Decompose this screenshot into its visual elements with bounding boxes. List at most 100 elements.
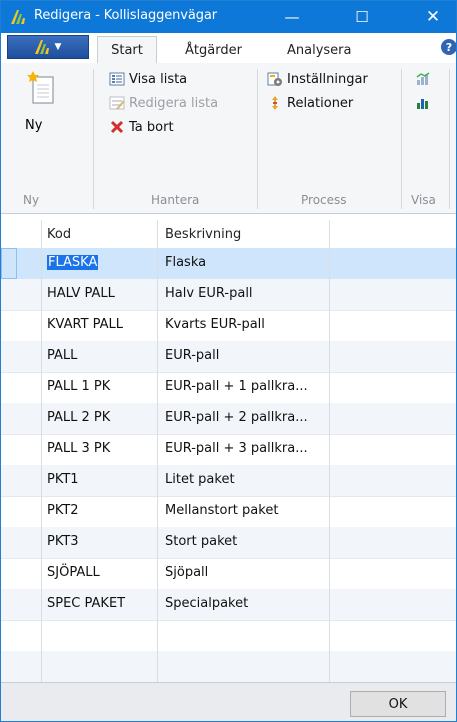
edit-list-icon: [109, 96, 125, 110]
tab-analysera[interactable]: Analysera: [287, 37, 352, 63]
table-row[interactable]: SPEC PAKET Specialpaket: [1, 589, 456, 621]
tab-atgarder[interactable]: Åtgärder: [185, 37, 242, 63]
relations-label: Relationer: [287, 95, 354, 111]
row-indicator[interactable]: [1, 248, 17, 279]
title-bar[interactable]: Redigera - Kollislaggenvägar — ☐ ✕: [1, 1, 456, 33]
app-menu-button[interactable]: ▼: [7, 35, 89, 59]
ribbon: Ny Ny Visa lista Redigera lista Ta bort …: [1, 63, 456, 214]
cell-beskrivning[interactable]: Sjöpall: [165, 565, 208, 580]
row-indicator[interactable]: [1, 496, 15, 527]
table-row[interactable]: PALL 2 PK EUR-pall + 2 pallkra...: [1, 403, 456, 435]
table-row[interactable]: PKT2 Mellanstort paket: [1, 496, 456, 528]
minimize-button[interactable]: —: [269, 1, 315, 33]
settings-label: Inställningar: [287, 71, 368, 87]
column-header-kod[interactable]: Kod: [47, 227, 71, 242]
column-divider: [157, 220, 158, 682]
cell-beskrivning[interactable]: Stort paket: [165, 534, 237, 549]
group-divider: [257, 69, 258, 209]
table-row[interactable]: PALL EUR-pall: [1, 341, 456, 373]
empty-row: [1, 651, 456, 683]
settings-icon: [267, 72, 282, 86]
edit-list-label: Redigera lista: [129, 95, 219, 111]
relations-button[interactable]: Relationer: [267, 95, 353, 111]
row-indicator[interactable]: [1, 279, 15, 310]
table-row[interactable]: PKT1 Litet paket: [1, 465, 456, 497]
column-divider: [41, 220, 42, 682]
cell-beskrivning[interactable]: Kvarts EUR-pall: [165, 317, 265, 332]
cell-beskrivning[interactable]: Flaska: [165, 255, 206, 270]
settings-button[interactable]: Inställningar: [267, 71, 368, 87]
delete-button[interactable]: Ta bort: [109, 119, 174, 135]
list-icon: [109, 72, 125, 86]
cell-beskrivning[interactable]: Specialpaket: [165, 596, 248, 611]
cell-kod[interactable]: PALL 2 PK: [47, 410, 110, 425]
maximize-button[interactable]: ☐: [339, 1, 385, 33]
cell-kod[interactable]: PKT1: [47, 472, 79, 487]
delete-icon: [110, 120, 124, 134]
tab-start[interactable]: Start: [97, 36, 157, 64]
help-icon[interactable]: ?: [441, 39, 456, 55]
cell-beskrivning[interactable]: EUR-pall + 2 pallkra...: [165, 410, 308, 425]
row-indicator[interactable]: [1, 310, 15, 341]
group-label-visa: Visa: [411, 193, 436, 207]
cell-kod[interactable]: PALL: [47, 348, 77, 363]
chevron-down-icon: ▼: [54, 42, 62, 52]
cell-beskrivning[interactable]: EUR-pall + 3 pallkra...: [165, 441, 308, 456]
cell-beskrivning[interactable]: Litet paket: [165, 472, 235, 487]
ok-button[interactable]: OK: [350, 691, 446, 717]
group-label-ny: Ny: [23, 193, 40, 207]
cell-beskrivning[interactable]: Halv EUR-pall: [165, 286, 253, 301]
maximize-icon: ☐: [355, 8, 369, 26]
row-indicator[interactable]: [1, 403, 15, 434]
cell-kod[interactable]: FLASKA: [47, 255, 99, 270]
group-label-hantera: Hantera: [151, 193, 200, 207]
show-list-button[interactable]: Visa lista: [109, 71, 187, 87]
new-button-label: Ny: [25, 118, 43, 133]
cell-kod[interactable]: HALV PALL: [47, 286, 115, 301]
row-indicator[interactable]: [1, 527, 15, 558]
delete-label: Ta bort: [129, 119, 174, 135]
view-button-2[interactable]: [415, 95, 431, 111]
dialog-window: Redigera - Kollislaggenvägar — ☐ ✕ ▼ Sta…: [0, 0, 457, 722]
column-divider: [329, 220, 330, 682]
table-row[interactable]: PALL 1 PK EUR-pall + 1 pallkra...: [1, 372, 456, 404]
cell-kod[interactable]: PKT3: [47, 534, 79, 549]
row-indicator[interactable]: [1, 465, 15, 496]
table-row[interactable]: KVART PALL Kvarts EUR-pall: [1, 310, 456, 342]
row-indicator[interactable]: [1, 341, 15, 372]
row-indicator[interactable]: [1, 434, 15, 465]
view-chart-icon: [416, 72, 430, 85]
ribbon-tabstrip: ▼ Start Åtgärder Analysera ?: [1, 33, 456, 64]
column-header-beskrivning[interactable]: Beskrivning: [165, 227, 241, 242]
table-row[interactable]: HALV PALL Halv EUR-pall: [1, 279, 456, 311]
group-divider: [401, 69, 402, 209]
table-row[interactable]: PKT3 Stort paket: [1, 527, 456, 559]
row-indicator[interactable]: [1, 372, 15, 403]
cell-kod[interactable]: SPEC PAKET: [47, 596, 125, 611]
table-row[interactable]: FLASKA Flaska: [1, 248, 456, 280]
row-indicator[interactable]: [1, 558, 15, 589]
cell-kod[interactable]: PALL 1 PK: [47, 379, 110, 394]
cell-kod[interactable]: PALL 3 PK: [47, 441, 110, 456]
app-logo-icon: [11, 10, 25, 24]
show-list-label: Visa lista: [129, 71, 188, 87]
cell-beskrivning[interactable]: Mellanstort paket: [165, 503, 278, 518]
new-button[interactable]: Ny: [15, 67, 65, 143]
row-indicator[interactable]: [1, 589, 15, 620]
cell-kod[interactable]: PKT2: [47, 503, 79, 518]
view-bars-icon: [417, 99, 428, 109]
table-row[interactable]: PALL 3 PK EUR-pall + 3 pallkra...: [1, 434, 456, 466]
group-label-process: Process: [301, 193, 347, 207]
group-divider: [93, 69, 94, 209]
close-button[interactable]: ✕: [410, 1, 456, 33]
cell-kod[interactable]: KVART PALL: [47, 317, 123, 332]
cell-kod[interactable]: SJÖPALL: [47, 565, 100, 580]
window-title: Redigera - Kollislaggenvägar: [34, 8, 218, 23]
edit-list-button[interactable]: Redigera lista: [109, 95, 218, 111]
cell-beskrivning[interactable]: EUR-pall: [165, 348, 219, 363]
grid-header: Kod Beskrivning: [1, 220, 456, 249]
relations-icon: [272, 96, 278, 110]
view-button-1[interactable]: [415, 71, 431, 87]
cell-beskrivning[interactable]: EUR-pall + 1 pallkra...: [165, 379, 308, 394]
table-row[interactable]: SJÖPALL Sjöpall: [1, 558, 456, 590]
